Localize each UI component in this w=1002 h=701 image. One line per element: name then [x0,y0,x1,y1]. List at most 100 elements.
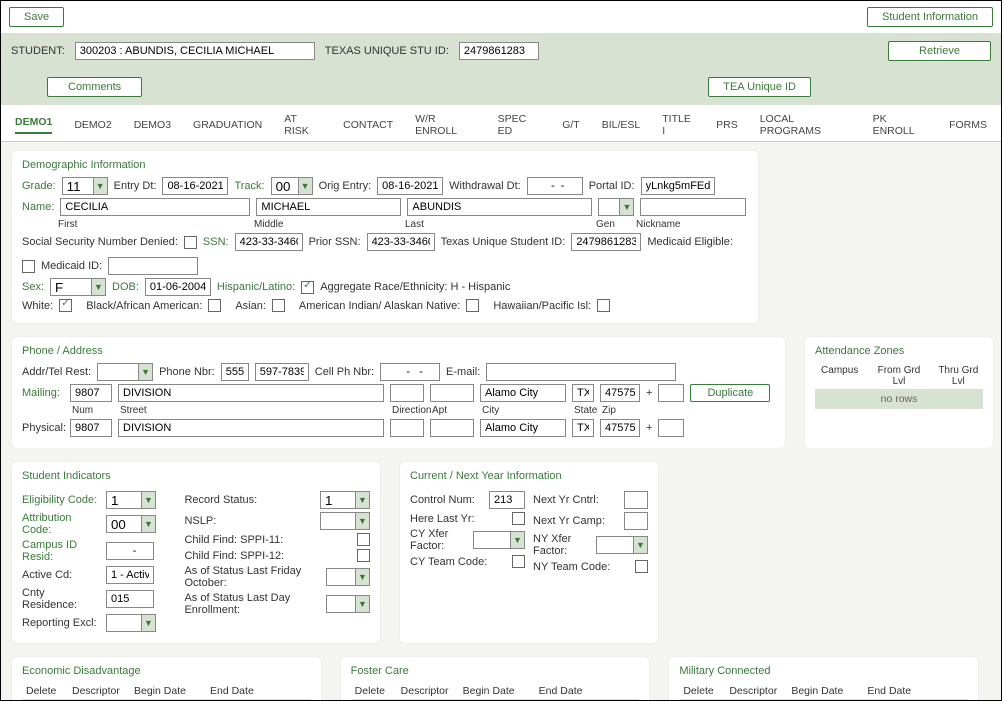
cyxfer-dd[interactable]: ▼ [510,532,524,548]
dob-field[interactable] [145,278,211,296]
save-button[interactable]: Save [9,7,64,27]
tab-bilesl[interactable]: BIL/ESL [602,119,641,131]
addr-rest-field[interactable] [98,364,138,380]
as-enroll-field[interactable] [327,596,355,612]
phone-num-field[interactable] [255,363,309,381]
ssn-field[interactable] [235,233,303,251]
grade-dd[interactable]: ▼ [93,178,107,194]
m-zip-field[interactable] [600,384,640,402]
pacific-check[interactable] [597,299,610,312]
retrieve-button[interactable]: Retrieve [888,41,991,61]
next-cntrl-field[interactable] [624,491,648,509]
nslp-dd[interactable]: ▼ [355,513,369,529]
tx-unique-field[interactable] [459,42,539,60]
m-dir-field[interactable] [390,384,424,402]
h-state: State [574,405,602,416]
sex-dd[interactable]: ▼ [91,279,105,295]
attr-field[interactable] [107,516,141,532]
p-num-field[interactable] [70,419,112,437]
m-street-field[interactable] [118,384,384,402]
tab-localprograms[interactable]: LOCAL PROGRAMS [760,113,851,137]
email-field[interactable] [486,363,676,381]
tab-demo1[interactable]: DEMO1 [15,116,52,134]
p-state-field[interactable] [572,419,594,437]
middle-name-field[interactable] [256,198,401,216]
p-zip4-field[interactable] [658,419,684,437]
tab-graduation[interactable]: GRADUATION [193,119,262,131]
rec-status-field[interactable] [321,492,355,508]
black-check[interactable] [208,299,221,312]
cell-field[interactable] [380,363,440,381]
tab-demo3[interactable]: DEMO3 [134,119,171,131]
native-check[interactable] [466,299,479,312]
p-zip-field[interactable] [600,419,640,437]
nslp-field[interactable] [321,513,355,529]
ctrl-field[interactable] [489,491,525,509]
tab-pkenroll[interactable]: PK ENROLL [873,113,928,137]
as-oct-dd[interactable]: ▼ [355,569,369,585]
m-apt-field[interactable] [430,384,474,402]
tab-speced[interactable]: SPEC ED [498,113,541,137]
addr-rest-dd[interactable]: ▼ [138,364,152,380]
last-name-field[interactable] [407,198,592,216]
name-label: Name: [22,201,54,213]
first-name-field[interactable] [60,198,250,216]
tab-forms[interactable]: FORMS [949,119,987,131]
campus-resid-field[interactable] [106,542,154,560]
tea-unique-id-button[interactable]: TEA Unique ID [708,77,811,97]
white-check[interactable] [59,299,72,312]
student-information-button[interactable]: Student Information [867,7,993,27]
tab-demo2[interactable]: DEMO2 [74,119,111,131]
nyxfer-dd[interactable]: ▼ [633,537,647,553]
p-street-field[interactable] [118,419,384,437]
as-oct-field[interactable] [327,569,355,585]
mailing-label: Mailing: [22,387,64,399]
gen-field[interactable] [599,199,619,215]
cnty-label: Cnty Residence: [22,587,100,611]
gen-dd[interactable]: ▼ [619,199,633,215]
repexcl-dd[interactable]: ▼ [141,615,155,631]
elig-field[interactable] [107,492,141,508]
tab-title1[interactable]: TITLE I [662,113,694,137]
grade-field[interactable] [63,178,93,194]
rec-status-dd[interactable]: ▼ [355,492,369,508]
cyxfer-field[interactable] [474,532,510,548]
m-num-field[interactable] [70,384,112,402]
comments-button[interactable]: Comments [47,77,142,97]
cnty-field[interactable] [106,590,154,608]
track-field[interactable] [272,178,298,194]
medicaid-id-field[interactable] [108,257,198,275]
medicaid-elig-check[interactable] [22,260,35,273]
p-dir-field[interactable] [390,419,424,437]
as-enroll-dd[interactable]: ▼ [355,596,369,612]
m-city-field[interactable] [480,384,566,402]
asian-check[interactable] [272,299,285,312]
ssn-denied-check[interactable] [184,236,197,249]
tab-gt[interactable]: G/T [562,119,580,131]
sex-field[interactable] [51,279,91,295]
hisp-check[interactable] [301,281,314,294]
cyteam-check[interactable] [512,555,525,568]
elig-dd[interactable]: ▼ [141,492,155,508]
here-check[interactable] [512,512,525,525]
attr-dd[interactable]: ▼ [141,516,155,532]
p-city-field[interactable] [480,419,566,437]
m-zip4-field[interactable] [658,384,684,402]
track-dd[interactable]: ▼ [298,178,312,194]
tab-atrisk[interactable]: AT RISK [284,113,321,137]
tab-wrenroll[interactable]: W/R ENROLL [415,113,475,137]
m-state-field[interactable] [572,384,594,402]
tab-prs[interactable]: PRS [716,119,738,131]
cf12-check[interactable] [357,549,370,562]
nyteam-check[interactable] [635,560,648,573]
repexcl-field[interactable] [107,615,141,631]
tab-contact[interactable]: CONTACT [343,119,393,131]
nickname-field[interactable] [640,198,746,216]
phone-area-field[interactable] [221,363,249,381]
student-field[interactable] [75,42,315,60]
p-apt-field[interactable] [430,419,474,437]
prior-ssn-label: Prior SSN: [309,236,361,248]
duplicate-button[interactable]: Duplicate [690,384,770,402]
cf11-check[interactable] [357,533,370,546]
nyxfer-field[interactable] [597,537,633,553]
